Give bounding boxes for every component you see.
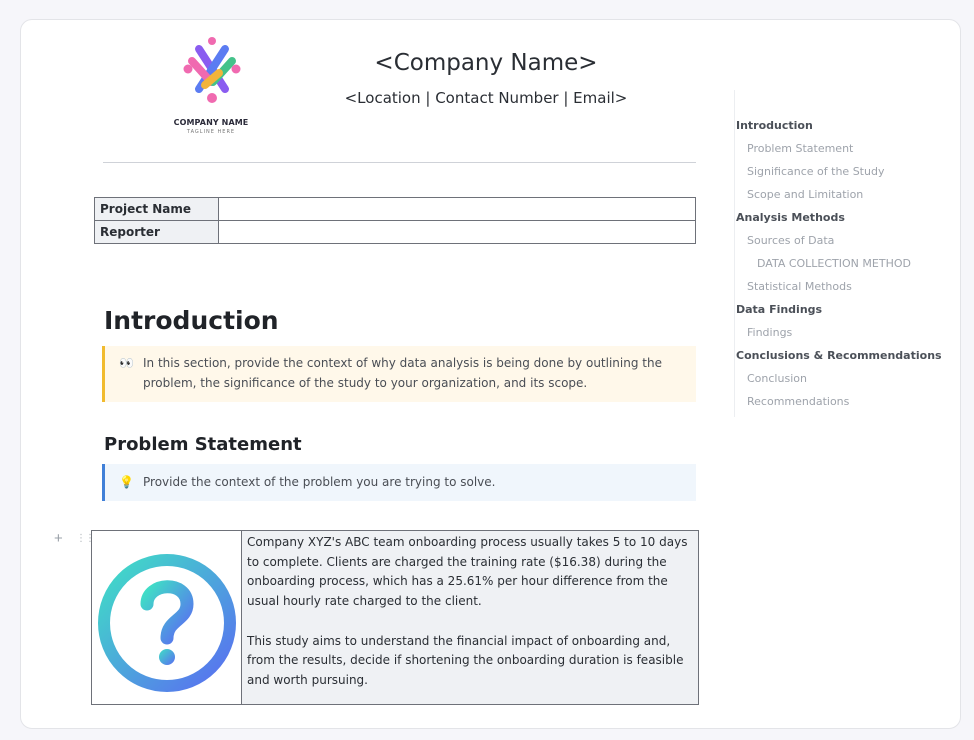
toc-item-sources-of-data[interactable]: Sources of Data (735, 233, 935, 256)
problem-statement-callout[interactable]: 💡 Provide the context of the problem you… (102, 464, 696, 501)
callout-line: problem, the significance of the study t… (143, 375, 588, 390)
toc-item-significance[interactable]: Significance of the Study (735, 164, 935, 187)
problem-description-cell[interactable]: Company XYZ's ABC team onboarding proces… (241, 530, 699, 705)
toc-item-data-collection[interactable]: DATA COLLECTION METHOD (735, 256, 935, 279)
document-page: COMPANY NAME TAGLINE HERE <Company Name>… (20, 19, 961, 729)
table-of-contents: Introduction Problem Statement Significa… (734, 90, 942, 417)
problem-callout-text: Provide the context of the problem you a… (143, 475, 496, 489)
toc-item-conclusions[interactable]: Conclusions & Recommendations (735, 348, 942, 371)
table-row: Project Name (94, 197, 696, 221)
callout-line: In this section, provide the context of … (143, 356, 662, 370)
table-row: Reporter (94, 220, 696, 244)
introduction-heading[interactable]: Introduction (104, 306, 279, 335)
company-contact-line[interactable]: <Location | Contact Number | Email> (241, 89, 731, 107)
eyes-icon: 👀 (119, 356, 134, 370)
add-block-button[interactable]: + (54, 530, 63, 547)
toc-item-statistical-methods[interactable]: Statistical Methods (735, 279, 935, 302)
company-name-title[interactable]: <Company Name> (241, 50, 731, 76)
project-name-cell[interactable] (218, 197, 696, 221)
problem-statement-heading[interactable]: Problem Statement (104, 434, 302, 455)
toc-item-problem-statement[interactable]: Problem Statement (735, 141, 935, 164)
problem-paragraph-1: Company XYZ's ABC team onboarding proces… (247, 535, 688, 609)
toc-item-data-findings[interactable]: Data Findings (735, 302, 935, 325)
toc-item-analysis-methods[interactable]: Analysis Methods (735, 210, 935, 233)
image-cell[interactable] (91, 530, 242, 705)
problem-paragraph-2: This study aims to understand the financ… (247, 633, 684, 687)
logo-tagline: TAGLINE HERE (186, 129, 236, 135)
logo-company-name: COMPANY NAME (173, 118, 249, 127)
toc-item-recommendations[interactable]: Recommendations (735, 394, 935, 417)
toc-item-conclusion[interactable]: Conclusion (735, 371, 935, 394)
reporter-label: Reporter (94, 220, 219, 244)
toc-item-introduction[interactable]: Introduction (735, 118, 935, 141)
toc-item-scope[interactable]: Scope and Limitation (735, 187, 935, 210)
header-divider (103, 162, 696, 163)
reporter-cell[interactable] (218, 220, 696, 244)
problem-statement-table: Company XYZ's ABC team onboarding proces… (91, 530, 699, 705)
introduction-callout[interactable]: 👀 In this section, provide the context o… (102, 346, 696, 402)
question-mark-icon (98, 554, 236, 692)
project-info-table: Project Name Reporter (94, 197, 696, 244)
lightbulb-icon: 💡 (119, 475, 134, 489)
introduction-callout-text: In this section, provide the context of … (143, 354, 682, 393)
project-name-label: Project Name (94, 197, 219, 221)
toc-item-findings[interactable]: Findings (735, 325, 935, 348)
table-row: Company XYZ's ABC team onboarding proces… (91, 530, 699, 705)
